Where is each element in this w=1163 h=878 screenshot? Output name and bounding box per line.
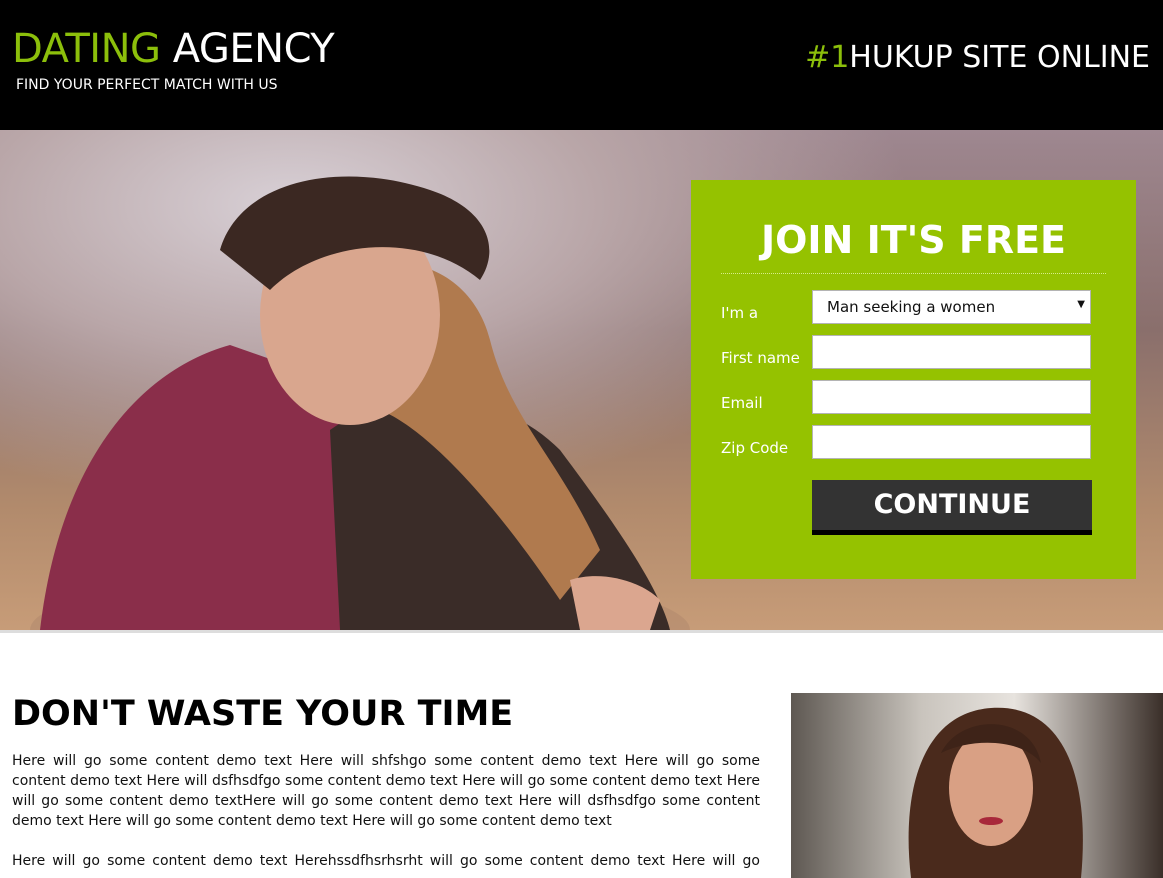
gender-select[interactable]: Man seeking a women ▼ <box>812 290 1091 324</box>
gender-label: I'm a <box>721 304 759 322</box>
first-name-label: First name <box>721 349 800 367</box>
tagline: FIND YOUR PERFECT MATCH WITH US <box>16 77 278 93</box>
woman-portrait-photo <box>791 693 1163 878</box>
header: DATING AGENCY FIND YOUR PERFECT MATCH WI… <box>0 0 1163 130</box>
content-paragraph: Here will go some content demo text Here… <box>12 753 760 829</box>
signup-form: JOIN IT'S FREE I'm a Man seeking a women… <box>691 180 1136 579</box>
portrait-illustration <box>908 707 1083 878</box>
zip-code-input[interactable] <box>812 425 1091 459</box>
content-title: DON'T WASTE YOUR TIME <box>12 694 514 734</box>
logo[interactable]: DATING AGENCY <box>12 26 335 72</box>
content-paragraph: Here will go some content demo text Here… <box>12 853 760 869</box>
dropdown-arrow-icon: ▼ <box>1077 299 1085 310</box>
form-title: JOIN IT'S FREE <box>760 218 1067 262</box>
divider <box>0 630 1163 633</box>
slogan: #1HUKUP SITE ONLINE <box>805 40 1150 75</box>
zip-code-label: Zip Code <box>721 439 789 457</box>
divider <box>721 273 1106 274</box>
email-label: Email <box>721 394 763 412</box>
email-input[interactable] <box>812 380 1091 414</box>
continue-button[interactable]: CONTINUE <box>812 480 1092 535</box>
first-name-input[interactable] <box>812 335 1091 369</box>
